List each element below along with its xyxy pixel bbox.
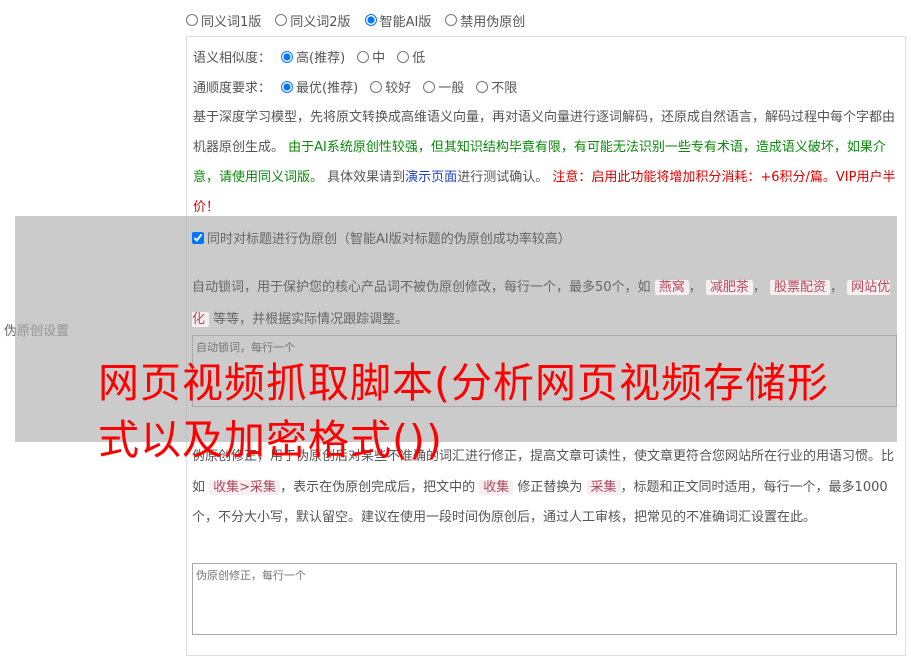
fluency-radio-group: 最优(推荐) 较好 一般 不限 <box>281 77 517 96</box>
lock-words-description: 自动锁词，用于保护您的核心产品词不被伪原创修改，每行一个，最多50个，如 燕窝，… <box>192 280 891 327</box>
fluency-option-good[interactable]: 较好 <box>370 77 411 96</box>
similarity-label: 语义相似度： <box>193 51 272 66</box>
version-radio-synonym2[interactable] <box>275 14 288 26</box>
lock-words-desc-b: 等等，并根据实际情况跟踪调整。 <box>213 312 409 327</box>
fix-word-example-3: 采集 <box>586 479 621 495</box>
fix-word-example-1: 收集>采集 <box>209 479 281 495</box>
similarity-option-high[interactable]: 高(推荐) <box>281 47 345 66</box>
fluency-row: 通顺度要求： 最优(推荐) 较好 一般 不限 <box>193 77 517 96</box>
version-radio-synonym1[interactable] <box>186 14 198 26</box>
fix-word-example-2: 收集 <box>479 479 514 495</box>
version-radio-disable[interactable] <box>445 14 458 26</box>
watermark-title: 网页视频抓取脚本(分析网页视频存储形式以及加密格式()) <box>98 359 829 464</box>
lock-word-example-1: 燕窝 <box>654 280 689 295</box>
version-option-ai[interactable]: 智能AI版 <box>364 11 431 30</box>
title-pseudo-original-label: 同时对标题进行伪原创（智能AI版对标题的伪原创成功率较高） <box>207 232 571 247</box>
version-option-synonym2[interactable]: 同义词2版 <box>275 11 351 30</box>
similarity-radio-low[interactable] <box>397 50 410 63</box>
ai-description: 基于深度学习模型，先将原文转换成高维语义向量，再对语义向量进行逐词解码，还原成自… <box>193 103 899 223</box>
fluency-radio-best[interactable] <box>281 80 294 93</box>
fix-words-desc-c: 修正替换为 <box>517 479 583 495</box>
version-radio-group: 同义词1版 同义词2版 智能AI版 禁用伪原创 <box>186 10 525 30</box>
fluency-radio-normal[interactable] <box>423 80 436 93</box>
fluency-option-unlimited[interactable]: 不限 <box>476 77 517 96</box>
title-pseudo-original-checkbox[interactable] <box>192 231 204 244</box>
similarity-radio-group: 高(推荐) 中 低 <box>281 47 425 66</box>
ai-description-test-text: 具体效果请到 <box>327 170 406 185</box>
fluency-label: 通顺度要求： <box>193 81 272 96</box>
version-option-synonym1[interactable]: 同义词1版 <box>186 11 261 30</box>
fluency-radio-good[interactable] <box>370 80 383 93</box>
fluency-radio-unlimited[interactable] <box>476 80 489 93</box>
demo-page-link[interactable]: 演示页面 <box>405 170 457 185</box>
lock-word-example-2: 减肥茶 <box>705 280 753 295</box>
fix-words-desc-b: ，表示在伪原创完成后，把文中的 <box>280 479 476 495</box>
ai-description-confirm-text: 进行测试确认。 <box>457 170 549 185</box>
version-radio-ai[interactable] <box>364 14 377 26</box>
similarity-radio-high[interactable] <box>281 50 294 63</box>
fluency-option-normal[interactable]: 一般 <box>423 77 464 96</box>
fix-words-textarea[interactable] <box>192 563 897 635</box>
similarity-row: 语义相似度： 高(推荐) 中 低 <box>193 47 425 66</box>
similarity-option-medium[interactable]: 中 <box>357 47 385 66</box>
similarity-option-low[interactable]: 低 <box>397 47 425 66</box>
lock-word-example-3: 股票配资 <box>770 280 831 295</box>
lock-words-desc-a: 自动锁词，用于保护您的核心产品词不被伪原创修改，每行一个，最多50个，如 <box>192 280 651 295</box>
title-pseudo-original-option[interactable]: 同时对标题进行伪原创（智能AI版对标题的伪原创成功率较高） <box>192 228 571 247</box>
version-option-disable[interactable]: 禁用伪原创 <box>445 11 525 30</box>
fluency-option-best[interactable]: 最优(推荐) <box>281 77 358 96</box>
similarity-radio-medium[interactable] <box>357 50 370 63</box>
